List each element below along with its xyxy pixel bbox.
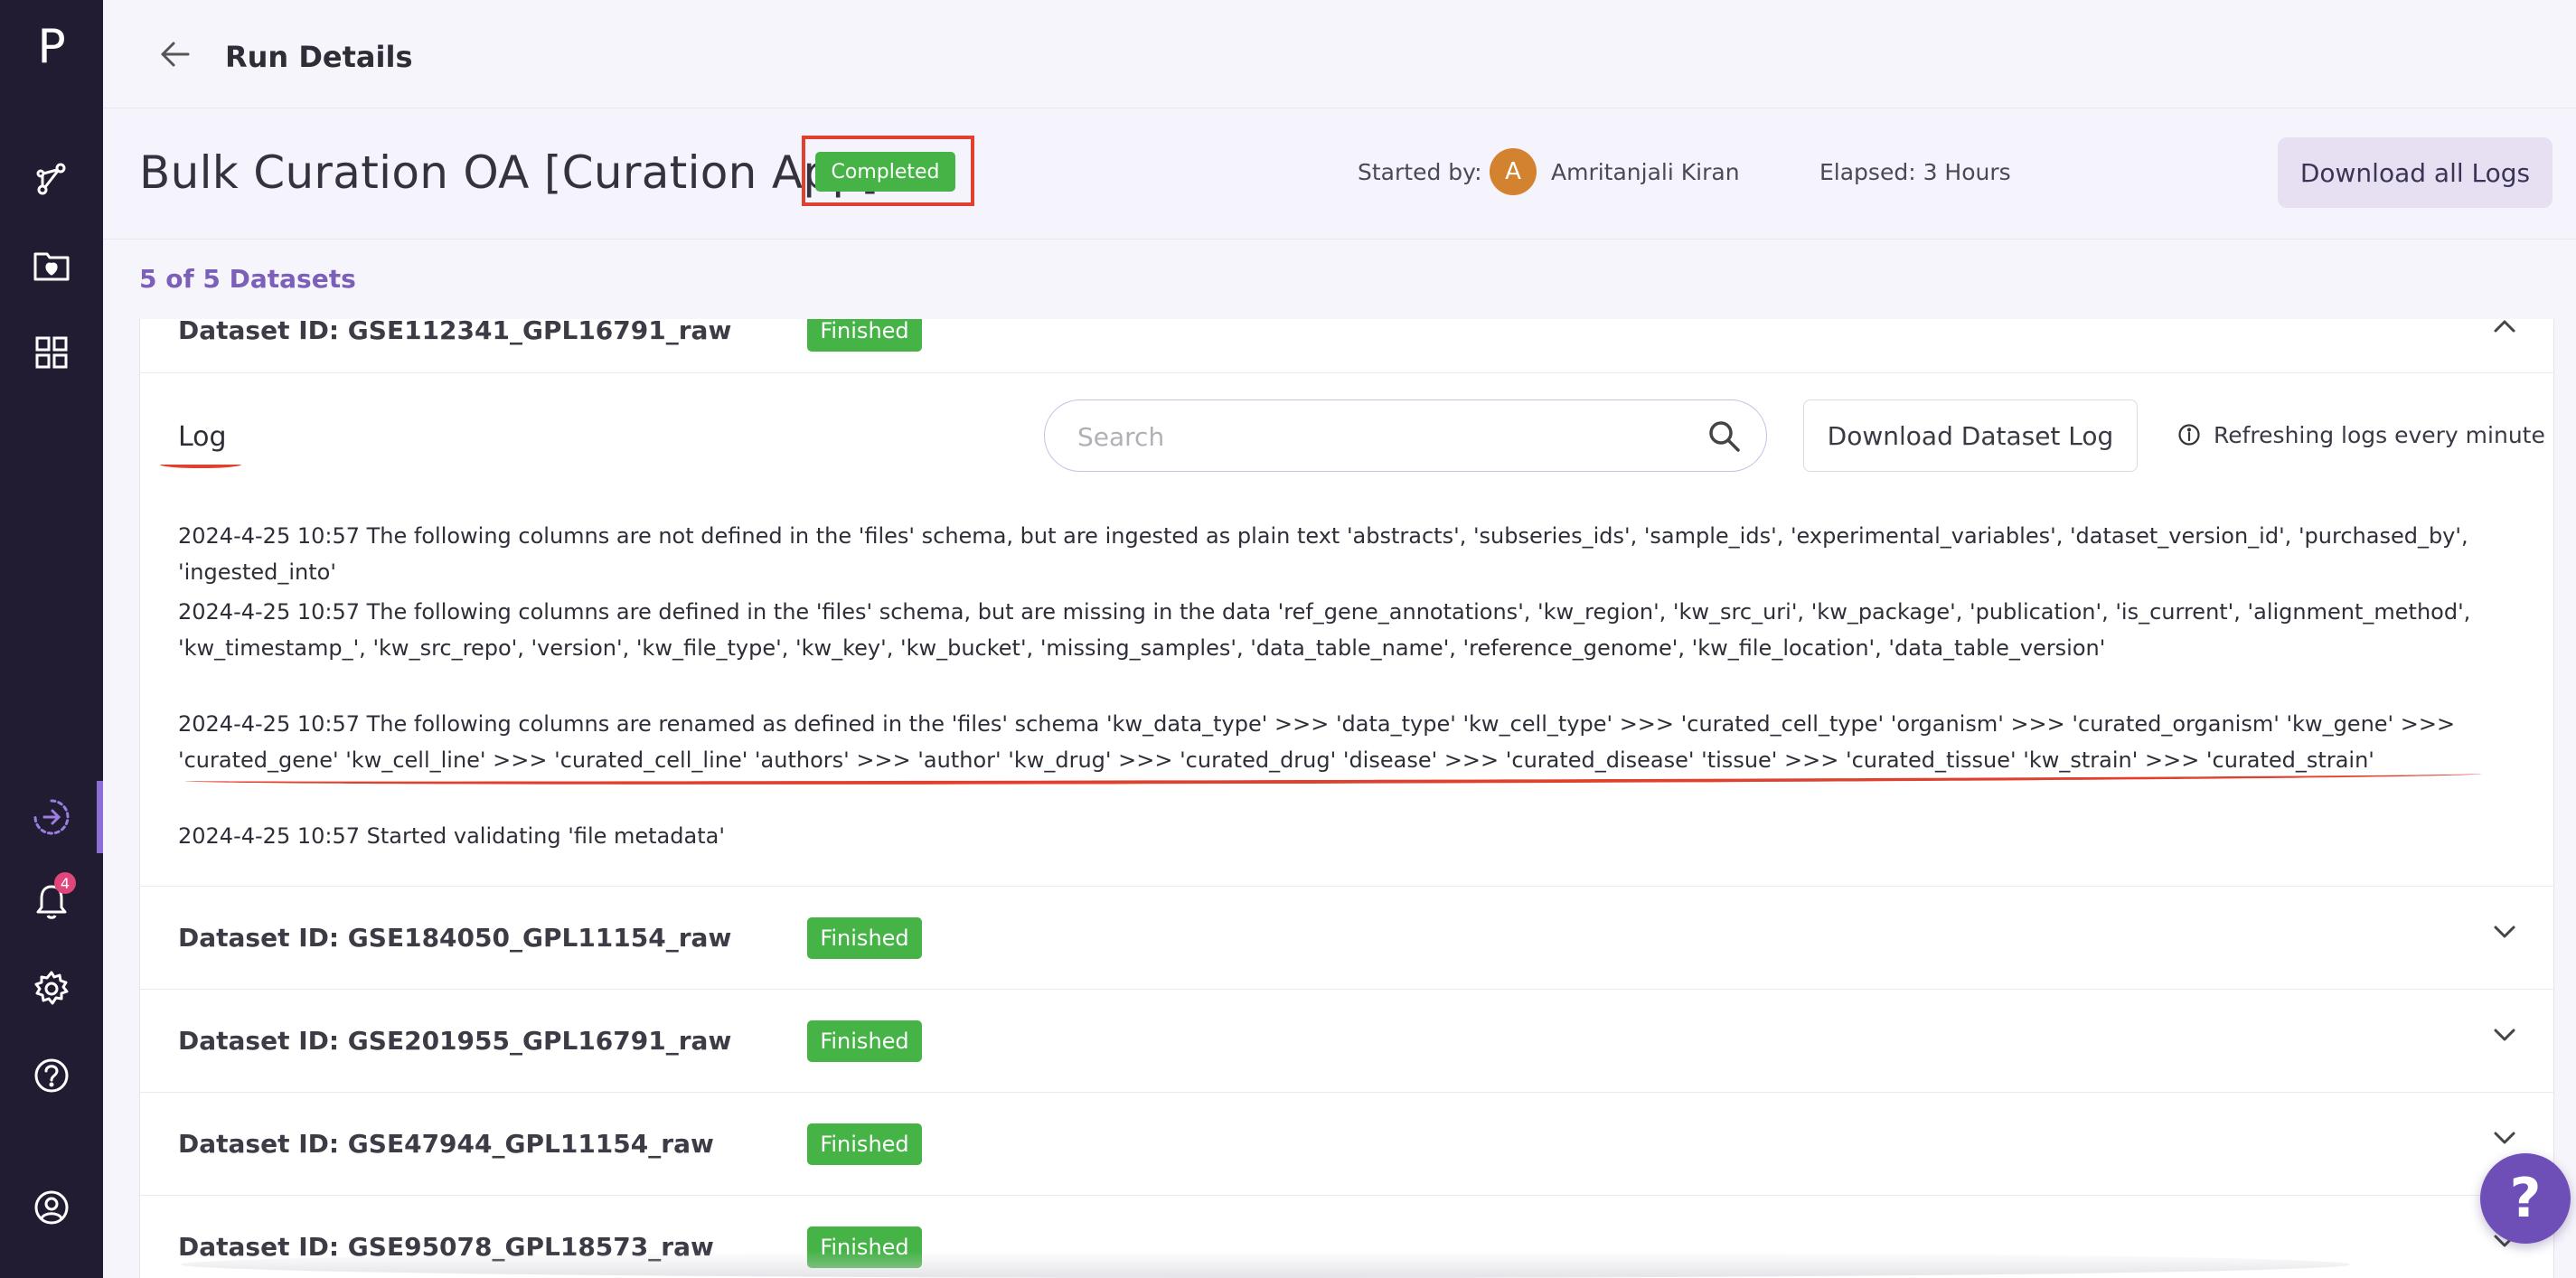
run-name: Bulk Curation OA [Curation App] — [139, 146, 879, 199]
info-icon — [2178, 424, 2200, 446]
sidebar-active-indicator — [97, 781, 103, 853]
grid-icon — [35, 336, 68, 369]
user-circle-icon — [34, 1190, 69, 1225]
sidebar-item-help[interactable] — [0, 1039, 103, 1112]
help-chat-button[interactable]: ? — [2480, 1153, 2571, 1244]
page-title: Run Details — [225, 40, 413, 74]
dataset-row[interactable]: Dataset ID: GSE47944_GPL11154_raw Finish… — [140, 1092, 2553, 1195]
sidebar-item-apps[interactable] — [0, 316, 103, 389]
chevron-down-icon[interactable] — [2492, 1026, 2517, 1044]
started-by-label: Started by: — [1358, 159, 1482, 185]
run-status-badge: Completed — [815, 152, 955, 192]
log-line: 2024-4-25 10:57 Started validating 'file… — [178, 823, 725, 849]
back-arrow-icon[interactable] — [157, 36, 193, 72]
run-summary-bar: Bulk Curation OA [Curation App] Complete… — [103, 108, 2576, 240]
chevron-down-icon[interactable] — [2492, 1129, 2517, 1147]
chevron-down-icon[interactable] — [2492, 923, 2517, 941]
sidebar-item-notifications[interactable] — [0, 866, 103, 938]
log-underline-annotation — [160, 461, 241, 468]
download-all-logs-button[interactable]: Download all Logs — [2278, 137, 2552, 208]
log-line: 2024-4-25 10:57 The following columns ar… — [178, 711, 2456, 773]
folder-heart-icon — [33, 252, 70, 281]
dataset-list: Dataset ID: GSE112341_GPL16791_raw Finis… — [139, 319, 2554, 1278]
sidebar-item-account[interactable] — [0, 1171, 103, 1244]
search-icon[interactable] — [1706, 418, 1743, 455]
app-logo[interactable]: P — [0, 11, 103, 83]
dataset-id-label: Dataset ID: GSE201955_GPL16791_raw — [178, 1026, 732, 1056]
dataset-id-label: Dataset ID: GSE95078_GPL18573_raw — [178, 1232, 714, 1262]
dataset-status-badge: Finished — [807, 319, 922, 352]
started-by-name: Amritanjali Kiran — [1551, 159, 1740, 185]
sidebar-item-runs[interactable] — [0, 781, 103, 853]
dataset-status-badge: Finished — [807, 1226, 922, 1268]
dataset-row[interactable]: Dataset ID: GSE201955_GPL16791_raw Finis… — [140, 989, 2553, 1092]
sidebar-item-settings[interactable] — [0, 953, 103, 1025]
dataset-id-label: Dataset ID: GSE184050_GPL11154_raw — [178, 923, 732, 953]
dataset-id-label: Dataset ID: GSE112341_GPL16791_raw — [178, 319, 732, 345]
top-header: Run Details — [103, 0, 2576, 108]
log-title: Log — [178, 421, 227, 453]
refresh-status-text: Refreshing logs every minute — [2214, 422, 2545, 448]
dataset-row[interactable]: Dataset ID: GSE184050_GPL11154_raw Finis… — [140, 886, 2553, 989]
log-line: 2024-4-25 10:57 The following columns ar… — [178, 599, 2471, 661]
dataset-id-label: Dataset ID: GSE47944_GPL11154_raw — [178, 1129, 714, 1159]
dataset-status-badge: Finished — [807, 1123, 922, 1165]
download-dataset-log-button[interactable]: Download Dataset Log — [1803, 399, 2138, 472]
elapsed-time: Elapsed: 3 Hours — [1819, 159, 2011, 185]
gear-icon — [34, 971, 69, 1005]
chevron-up-icon[interactable] — [2492, 319, 2517, 335]
sidebar-item-data[interactable] — [0, 230, 103, 302]
log-search-input[interactable] — [1077, 420, 1674, 453]
runs-icon — [33, 799, 70, 835]
dataset-row-expanded[interactable]: Dataset ID: GSE112341_GPL16791_raw Finis… — [140, 319, 2553, 373]
log-search-box[interactable] — [1044, 399, 1767, 472]
sidebar-item-pipeline[interactable] — [0, 143, 103, 215]
dataset-status-badge: Finished — [807, 917, 922, 959]
sidebar: P 4 — [0, 0, 103, 1278]
dataset-count: 5 of 5 Datasets — [139, 264, 356, 294]
dataset-status-badge: Finished — [807, 1020, 922, 1062]
log-line: 2024-4-25 10:57 The following columns ar… — [178, 523, 2468, 585]
question-circle-icon — [34, 1058, 69, 1093]
pipeline-icon — [36, 163, 66, 195]
avatar: A — [1490, 148, 1537, 195]
notification-badge: 4 — [54, 872, 76, 894]
dataset-row[interactable]: Dataset ID: GSE95078_GPL18573_raw Finish… — [140, 1195, 2553, 1278]
